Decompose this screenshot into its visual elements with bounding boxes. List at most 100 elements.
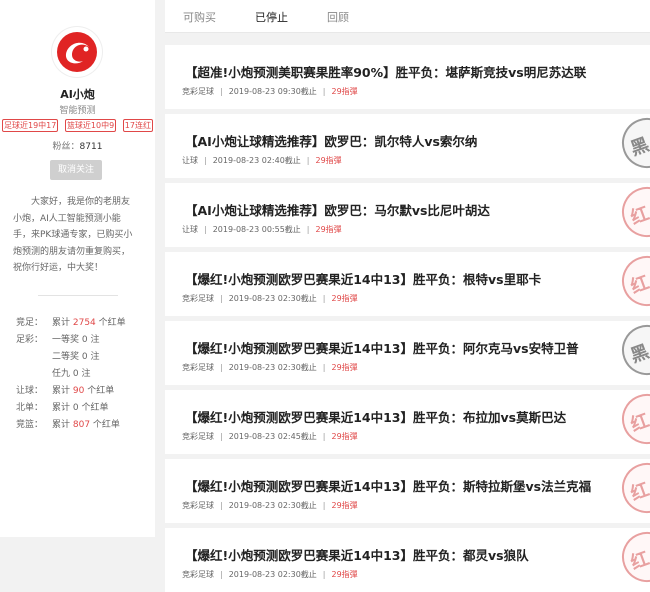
plan-deadline: 2019-08-23 02:40截止 [212,156,301,165]
plan-title[interactable]: 【AI小炮让球精选推荐】欧罗巴：凯尔特人vs索尔纳 [185,131,477,150]
stat-value: 累计 0 个红单 [52,400,108,417]
stat-value: 累计 2754 个红单 [52,315,126,332]
plan-price: 29指彈 [331,87,358,96]
result-stamp: 红 [614,183,650,245]
separator: | [322,363,326,372]
logo-icon [57,32,97,72]
plan-price: 29指彈 [315,225,342,234]
separator: | [220,87,223,96]
plan-category: 让球 [182,225,198,234]
separator: | [220,363,223,372]
stat-value: 任九 0 注 [52,366,90,383]
result-stamp: 红 [614,528,650,590]
stat-label: 北单： [16,403,44,413]
stat-label: 让球： [16,386,44,396]
badge-streak: 17连红 [122,119,153,132]
stat-prefix: 一等奖 0 注 [52,335,100,345]
stat-number: 2754 [72,318,96,328]
stat-row: 竞足： 累计 2754 个红单 [16,315,156,332]
plan-deadline: 2019-08-23 02:45截止 [228,432,317,441]
profile-name: AI小炮 [60,88,95,101]
stat-label: 竞篮： [16,420,44,430]
stat-suffix: 个红单 [84,386,115,396]
plan-item[interactable]: 【AI小炮让球精选推荐】欧罗巴：凯尔特人vs索尔纳让球 | 2019-08-23 0… [165,114,650,178]
plan-category: 竞彩足球 [182,363,214,372]
plan-item[interactable]: 【爆红!小炮预测欧罗巴赛果近14中13】胜平负：根特vs里耶卡竞彩足球 | 2019… [165,252,650,316]
plan-price: 29指彈 [331,570,358,579]
tab-review[interactable]: 回顾 [327,9,349,25]
plan-deadline: 2019-08-23 00:55截止 [212,225,301,234]
plan-price: 29指彈 [331,501,358,510]
plan-meta: 竞彩足球 | 2019-08-23 02:30截止 | 29指彈 [182,569,358,580]
profile-sidebar: AI小炮 智能预测 足球近19中17 篮球近10中9 17连红 粉丝：8711 … [0,0,155,537]
plan-item[interactable]: 【爆红!小炮预测欧罗巴赛果近14中13】胜平负：都灵vs狼队竞彩足球 | 2019-… [165,528,650,592]
separator: | [204,156,207,165]
plan-deadline: 2019-08-23 02:30截止 [228,570,317,579]
tab-available[interactable]: 可购买 [183,9,216,25]
separator: | [220,294,223,303]
separator: | [220,432,223,441]
stat-value: 二等奖 0 注 [52,349,99,366]
plan-title[interactable]: 【爆红!小炮预测欧罗巴赛果近14中13】胜平负：都灵vs狼队 [185,545,529,564]
plan-item[interactable]: 【超准!小炮预测美职赛果胜率90%】胜平负：堪萨斯竞技vs明尼苏达联竞彩足球 | 2… [165,45,650,109]
stat-row: 足彩： 一等奖 0 注 [16,332,156,349]
stamp-text: 红 [627,272,650,299]
plan-category: 竞彩足球 [182,294,214,303]
stamp-text: 红 [627,203,650,230]
avatar[interactable] [52,27,102,77]
profile-bio: 大家好，我是你的老朋友小炮，AI人工智能预测小能手，来PK球通专家，已购买小炮预… [13,197,133,273]
stat-value: 一等奖 0 注 [52,332,99,349]
record-stats: 竞足： 累计 2754 个红单 足彩： 一等奖 0 注二等奖 0 注任九 0 注让球：… [16,315,156,434]
stat-prefix: 累计 [52,420,73,430]
plan-title[interactable]: 【爆红!小炮预测欧罗巴赛果近14中13】胜平负：斯特拉斯堡vs法兰克福 [185,476,591,495]
stat-row: 北单： 累计 0 个红单 [16,400,156,417]
plan-meta: 竞彩足球 | 2019-08-23 02:30截止 | 29指彈 [182,293,358,304]
unfollow-button[interactable]: 取消关注 [50,160,102,180]
stat-prefix: 累计 [52,318,73,328]
stat-number: 90 [72,386,85,396]
plan-meta: 让球 | 2019-08-23 00:55截止 | 29指彈 [182,224,342,235]
plan-category: 竞彩足球 [182,570,214,579]
plan-category: 竞彩足球 [182,501,214,510]
separator: | [204,225,207,234]
plan-meta: 竞彩足球 | 2019-08-23 02:45截止 | 29指彈 [182,431,358,442]
plan-title[interactable]: 【爆红!小炮预测欧罗巴赛果近14中13】胜平负：布拉加vs莫斯巴达 [185,407,566,426]
plan-item[interactable]: 【爆红!小炮预测欧罗巴赛果近14中13】胜平负：斯特拉斯堡vs法兰克福竞彩足球 |… [165,459,650,523]
tab-stopped[interactable]: 已停止 [255,9,288,25]
plan-category: 竞彩足球 [182,87,214,96]
separator: | [220,570,223,579]
plan-meta: 让球 | 2019-08-23 02:40截止 | 29指彈 [182,155,342,166]
result-stamp: 红 [614,459,650,521]
plan-deadline: 2019-08-23 02:30截止 [228,363,317,372]
separator: | [322,570,326,579]
stat-prefix: 任九 0 注 [52,369,91,379]
plan-deadline: 2019-08-23 02:30截止 [228,294,317,303]
result-stamp: 红 [614,390,650,452]
plan-item[interactable]: 【AI小炮让球精选推荐】欧罗巴：马尔默vs比尼叶胡达让球 | 2019-08-23 … [165,183,650,247]
plan-meta: 竞彩足球 | 2019-08-23 09:30截止 | 29指彈 [182,86,358,97]
stamp-text: 红 [627,410,650,437]
separator: | [306,225,310,234]
separator: | [322,432,326,441]
stat-prefix: 累计 [52,386,73,396]
plan-item[interactable]: 【爆红!小炮预测欧罗巴赛果近14中13】胜平负：阿尔克马vs安特卫普竞彩足球 | 2… [165,321,650,385]
plan-meta: 竞彩足球 | 2019-08-23 02:30截止 | 29指彈 [182,362,358,373]
stamp-text: 红 [627,479,650,506]
stat-value: 累计 90 个红单 [52,383,114,400]
fans-count: 粉丝：8711 [0,139,155,152]
stamp-text: 黑 [627,341,650,368]
plan-price: 29指彈 [315,156,342,165]
plan-price: 29指彈 [331,363,358,372]
plan-category: 让球 [182,156,198,165]
separator: | [322,501,326,510]
badge-football: 足球近19中17 [2,119,59,132]
stamp-text: 红 [627,548,650,575]
plan-price: 29指彈 [331,294,358,303]
plan-title[interactable]: 【超准!小炮预测美职赛果胜率90%】胜平负：堪萨斯竞技vs明尼苏达联 [185,62,586,81]
plan-title[interactable]: 【AI小炮让球精选推荐】欧罗巴：马尔默vs比尼叶胡达 [185,200,490,219]
plan-title[interactable]: 【爆红!小炮预测欧罗巴赛果近14中13】胜平负：阿尔克马vs安特卫普 [185,338,579,357]
result-stamp: 黑 [614,114,650,176]
plan-title[interactable]: 【爆红!小炮预测欧罗巴赛果近14中13】胜平负：根特vs里耶卡 [185,269,541,288]
stat-row: 竞篮： 累计 807 个红单 [16,417,156,434]
plan-item[interactable]: 【爆红!小炮预测欧罗巴赛果近14中13】胜平负：布拉加vs莫斯巴达 竞彩足球 | 20… [165,390,650,454]
